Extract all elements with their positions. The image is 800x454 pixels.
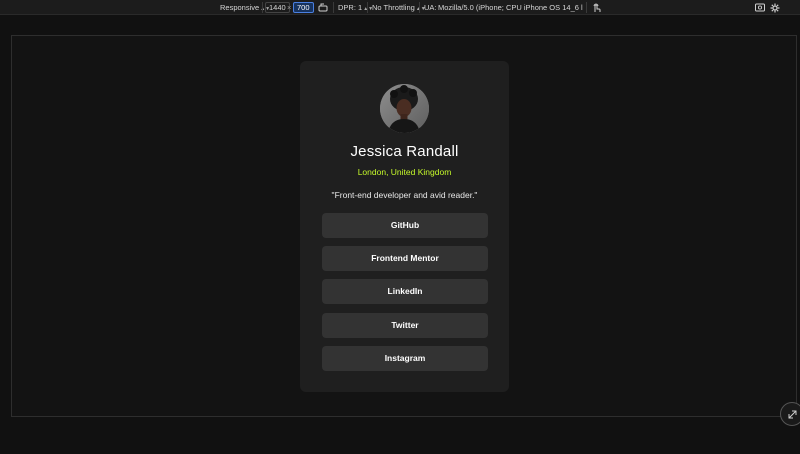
separator: [367, 2, 368, 13]
social-links: GitHub Frontend Mentor LinkedIn Twitter …: [322, 213, 488, 379]
screenshot-icon[interactable]: [754, 2, 765, 13]
ua-label: UA:: [424, 3, 437, 12]
profile-name: Jessica Randall: [350, 143, 459, 160]
separator: [586, 2, 587, 13]
rotate-icon[interactable]: [317, 2, 328, 13]
resize-button[interactable]: [780, 402, 800, 426]
twitter-link-button[interactable]: Twitter: [322, 312, 488, 338]
separator: [333, 2, 334, 13]
throttling-label: No Throttling: [372, 3, 415, 12]
dimension-separator: ×: [287, 3, 292, 12]
width-input[interactable]: 1440: [265, 2, 290, 13]
frontend-mentor-link-button[interactable]: Frontend Mentor: [322, 246, 488, 272]
profile-bio: "Front-end developer and avid reader.": [331, 190, 478, 200]
resize-icon: [788, 410, 796, 418]
profile-card: Jessica Randall London, United Kingdom "…: [300, 61, 509, 392]
linkedin-link-button[interactable]: LinkedIn: [322, 279, 488, 305]
instagram-link-button[interactable]: Instagram: [322, 345, 488, 371]
height-input[interactable]: 700: [293, 2, 314, 13]
dpr-label: DPR: 1: [338, 3, 363, 12]
separator: [419, 2, 420, 13]
devtools-toolbar: Responsive▲▼ 1440 × 700 DPR: 1▲▼ No Thro…: [0, 0, 800, 15]
profile-location: London, United Kingdom: [357, 167, 452, 177]
ua-input[interactable]: Mozilla/5.0 (iPhone; CPU iPhone OS 14_6 …: [438, 2, 583, 13]
github-link-button[interactable]: GitHub: [322, 213, 488, 238]
device-mode-label: Responsive: [220, 3, 260, 12]
responsive-viewport: Jessica Randall London, United Kingdom "…: [11, 35, 797, 417]
settings-icon[interactable]: [769, 2, 780, 13]
separator: [262, 2, 263, 13]
touch-icon[interactable]: [591, 2, 602, 13]
throttling-select[interactable]: No Throttling▲▼: [372, 2, 426, 13]
avatar: [380, 84, 429, 133]
